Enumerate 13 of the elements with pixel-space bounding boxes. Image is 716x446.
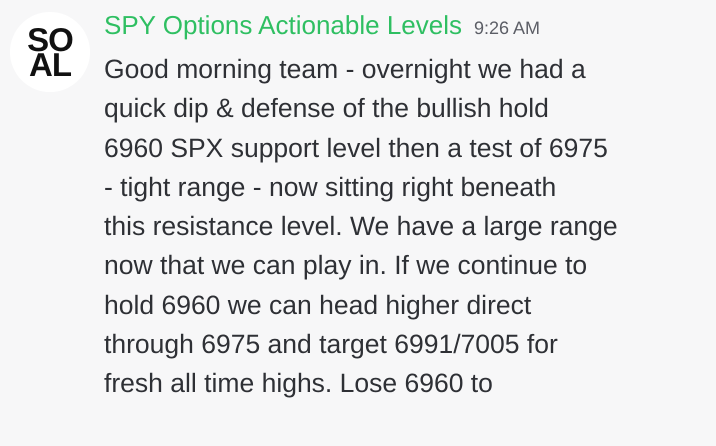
message-text-line: hold 6960 we can head higher direct [104, 288, 532, 322]
message-text-line: quick dip & defense of the bullish hold [104, 92, 550, 126]
message-text-line: Good morning team - overnight we had a [104, 53, 587, 86]
message-text-line: fresh all time highs. Lose 6960 to [104, 367, 494, 400]
message-text-line: through 6975 and target 6991/7005 for [104, 328, 559, 362]
avatar-logo-text: SO [27, 27, 73, 52]
message-text-line: this resistance level. We have a large range [104, 210, 618, 244]
message-text-line: now that we can play in. If we continue to [104, 249, 588, 282]
avatar[interactable]: SO AL [10, 12, 90, 92]
timestamp: 9:26 AM [474, 18, 540, 39]
message-text-line: - tight range - now sitting right beneath [104, 170, 558, 204]
message-text-line: 6960 SPX support level then a test of 6975 [104, 132, 609, 165]
avatar-logo-text: AL [29, 52, 71, 77]
